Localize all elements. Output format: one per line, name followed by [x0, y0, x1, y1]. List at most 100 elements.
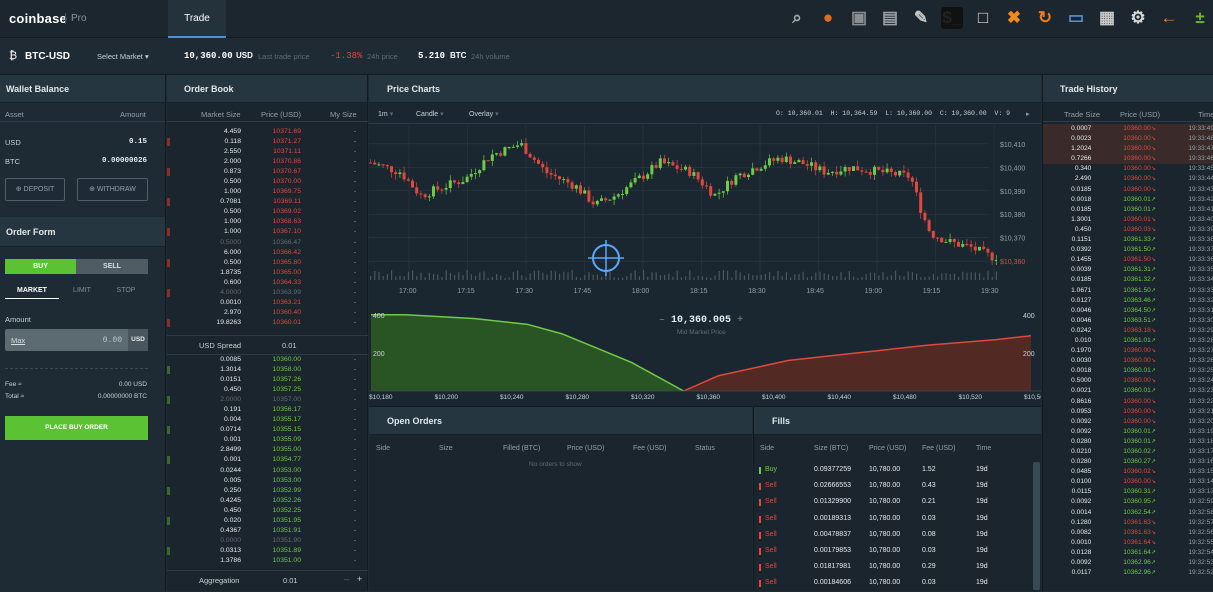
- tab-trade[interactable]: Trade: [168, 0, 226, 38]
- ask-row[interactable]: 4.459 10371.69 -: [167, 127, 368, 137]
- aggregation-decrease-button[interactable]: –: [344, 574, 349, 584]
- trade-row[interactable]: 0.0100 10360.00 ↘ 19:33:14: [1043, 477, 1213, 487]
- trade-row[interactable]: 0.0021 10360.01 ↗ 19:33:23: [1043, 386, 1213, 396]
- trade-row[interactable]: 1.0671 10361.50 ↗ 19:33:33: [1043, 286, 1213, 296]
- bid-row[interactable]: 0.0244 10353.00 -: [167, 466, 368, 476]
- bid-row[interactable]: 0.005 10353.00 -: [167, 476, 368, 486]
- amount-input[interactable]: Max 0.00 USD: [5, 329, 148, 351]
- trade-row[interactable]: 0.0092 10360.01 ↗ 19:33:19: [1043, 427, 1213, 437]
- bid-row[interactable]: 0.250 10352.99 -: [167, 486, 368, 496]
- withdraw-button[interactable]: ⊕ WITHDRAW: [77, 178, 148, 201]
- ask-row[interactable]: 0.7081 10369.11 -: [167, 197, 368, 207]
- trade-row[interactable]: 0.0030 10360.00 ↘ 19:33:26: [1043, 356, 1213, 366]
- bid-row[interactable]: 0.4367 10351.91 -: [167, 526, 368, 536]
- ask-row[interactable]: 0.873 10370.67 -: [167, 167, 368, 177]
- math-icon[interactable]: ±: [1189, 7, 1211, 29]
- back-arrow-icon[interactable]: ←: [1158, 7, 1180, 29]
- max-link[interactable]: Max: [11, 336, 25, 345]
- ask-row[interactable]: 1.8735 10365.00 -: [167, 268, 368, 278]
- ask-row[interactable]: 0.500 10365.80 -: [167, 258, 368, 268]
- ask-row[interactable]: 4.0000 10363.99 -: [167, 288, 368, 298]
- trade-row[interactable]: 0.5000 10360.00 ↘ 19:33:24: [1043, 376, 1213, 386]
- tab-stop[interactable]: STOP: [104, 287, 148, 294]
- ask-row[interactable]: 0.600 10364.33 -: [167, 278, 368, 288]
- trade-row[interactable]: 0.0210 10360.02 ↗ 19:33:17: [1043, 447, 1213, 457]
- bid-row[interactable]: 1.3014 10358.00 -: [167, 365, 368, 375]
- ask-row[interactable]: 2.000 10370.86 -: [167, 157, 368, 167]
- ask-row[interactable]: 2.550 10371.11 -: [167, 147, 368, 157]
- trade-row[interactable]: 0.0014 10362.54 ↗ 19:32:58: [1043, 508, 1213, 518]
- chart-type-dropdown[interactable]: Candle ▾: [416, 110, 444, 118]
- overlay-dropdown[interactable]: Overlay ▾: [469, 110, 499, 118]
- trade-row[interactable]: 0.0039 10361.31 ↗ 19:33:35: [1043, 265, 1213, 275]
- trade-row[interactable]: 0.0280 10360.27 ↗ 19:33:16: [1043, 457, 1213, 467]
- trade-row[interactable]: 0.1151 10361.33 ↗ 19:33:38: [1043, 235, 1213, 245]
- notepad-icon[interactable]: ✎: [910, 7, 932, 29]
- firefox-icon[interactable]: ●: [817, 7, 839, 29]
- trade-row[interactable]: 0.0115 10360.31 ↗ 19:33:13: [1043, 487, 1213, 497]
- search-icon[interactable]: ⌕: [786, 7, 808, 29]
- interval-dropdown[interactable]: 1m ▾: [378, 110, 393, 118]
- trade-row[interactable]: 0.0010 10361.64 ↘ 19:32:55: [1043, 538, 1213, 548]
- bid-row[interactable]: 1.3786 10351.00 -: [167, 556, 368, 566]
- bid-row[interactable]: 0.0313 10351.89 -: [167, 546, 368, 556]
- trade-row[interactable]: 1.3001 10360.01 ↘ 19:33:40: [1043, 215, 1213, 225]
- bid-row[interactable]: 0.0000 10351.90 -: [167, 536, 368, 546]
- trade-row[interactable]: 0.0117 10362.96 ↗ 19:32:52: [1043, 568, 1213, 578]
- ask-row[interactable]: 1.000 10369.75 -: [167, 187, 368, 197]
- printer-icon[interactable]: ▤: [879, 7, 901, 29]
- trade-row[interactable]: 0.1455 10361.50 ↘ 19:33:36: [1043, 255, 1213, 265]
- bid-row[interactable]: 0.4245 10352.26 -: [167, 496, 368, 506]
- trade-row[interactable]: 0.1280 10361.63 ↘ 19:32:57: [1043, 518, 1213, 528]
- sell-toggle[interactable]: SELL: [76, 259, 148, 274]
- trade-row[interactable]: 1.2024 10360.00 ↘ 19:33:47: [1043, 144, 1213, 155]
- bid-row[interactable]: 0.0151 10357.26 -: [167, 375, 368, 385]
- trade-row[interactable]: 0.0485 10360.02 ↘ 19:33:15: [1043, 467, 1213, 477]
- ask-row[interactable]: 19.8263 10360.01 -: [167, 318, 368, 328]
- trade-row[interactable]: 0.450 10360.03 ↘ 19:33:39: [1043, 225, 1213, 235]
- calculator-icon[interactable]: ▦: [1096, 7, 1118, 29]
- bid-row[interactable]: 0.020 10351.95 -: [167, 516, 368, 526]
- trade-row[interactable]: 0.0082 10361.63 ↘ 19:32:56: [1043, 528, 1213, 538]
- fill-row[interactable]: Sell 0.01817981 10,780.00 0.29 19d: [754, 559, 1034, 575]
- ask-row[interactable]: 1.000 10368.63 -: [167, 217, 368, 227]
- bid-row[interactable]: 0.450 10352.25 -: [167, 506, 368, 516]
- trade-row[interactable]: 0.0128 10361.64 ↗ 19:32:54: [1043, 548, 1213, 558]
- terminal-icon[interactable]: $_: [941, 7, 963, 29]
- aggregation-increase-button[interactable]: +: [357, 574, 362, 584]
- refresh-app-icon[interactable]: ↻: [1034, 7, 1056, 29]
- trade-row[interactable]: 0.1970 10360.00 ↘ 19:33:27: [1043, 346, 1213, 356]
- ask-row[interactable]: 2.970 10360.40 -: [167, 308, 368, 318]
- trade-row[interactable]: 0.0046 10363.51 ↗ 19:33:30: [1043, 316, 1213, 326]
- fill-row[interactable]: Sell 0.00179853 10,780.00 0.03 19d: [754, 543, 1034, 559]
- trade-row[interactable]: 0.0023 10360.00 ↘ 19:33:48: [1043, 134, 1213, 145]
- trade-row[interactable]: 0.0092 10360.00 ↘ 19:33:20: [1043, 417, 1213, 427]
- trade-row[interactable]: 0.0007 10360.00 ↘ 19:33:49: [1043, 124, 1213, 135]
- bid-row[interactable]: 0.001 10354.77 -: [167, 455, 368, 465]
- trade-row[interactable]: 0.0185 10360.00 ↘ 19:33:43: [1043, 185, 1213, 195]
- bid-row[interactable]: 0.450 10357.25 -: [167, 385, 368, 395]
- fill-row[interactable]: Sell 0.00478837 10,780.00 0.08 19d: [754, 527, 1034, 543]
- ask-row[interactable]: 0.118 10371.27 -: [167, 137, 368, 147]
- ask-row[interactable]: 0.0010 10363.21 -: [167, 298, 368, 308]
- tab-market[interactable]: MARKET: [5, 287, 59, 299]
- camera-icon[interactable]: ▣: [848, 7, 870, 29]
- fill-row[interactable]: Buy 0.09377259 10,780.00 1.52 19d: [754, 462, 1034, 478]
- trade-row[interactable]: 0.0280 10360.01 ↗ 19:33:18: [1043, 437, 1213, 447]
- ask-row[interactable]: 0.5000 10366.47 -: [167, 238, 368, 248]
- select-market-dropdown[interactable]: Select Market ▾: [97, 52, 149, 61]
- place-buy-order-button[interactable]: PLACE BUY ORDER: [5, 416, 148, 440]
- clipboard-icon[interactable]: □: [972, 7, 994, 29]
- trade-row[interactable]: 0.0092 10360.95 ↗ 19:32:59: [1043, 497, 1213, 507]
- ask-row[interactable]: 1.000 10367.10 -: [167, 227, 368, 237]
- fill-row[interactable]: Sell 0.00184606 10,780.00 0.03 19d: [754, 575, 1034, 591]
- trade-row[interactable]: 0.0185 10361.32 ↗ 19:33:34: [1043, 275, 1213, 285]
- settings-gear-icon[interactable]: ⚙: [1127, 7, 1149, 29]
- fill-row[interactable]: Sell 0.02666553 10,780.00 0.43 19d: [754, 478, 1034, 494]
- trade-row[interactable]: 0.0046 10364.50 ↗ 19:33:31: [1043, 306, 1213, 316]
- trade-row[interactable]: 0.0127 10363.46 ↗ 19:33:32: [1043, 296, 1213, 306]
- fills-scrollbar[interactable]: [1033, 462, 1040, 590]
- bid-row[interactable]: 2.0000 10357.00 -: [167, 395, 368, 405]
- trade-row[interactable]: 0.340 10360.00 ↘ 19:33:45: [1043, 164, 1213, 174]
- buy-toggle[interactable]: BUY: [5, 259, 76, 274]
